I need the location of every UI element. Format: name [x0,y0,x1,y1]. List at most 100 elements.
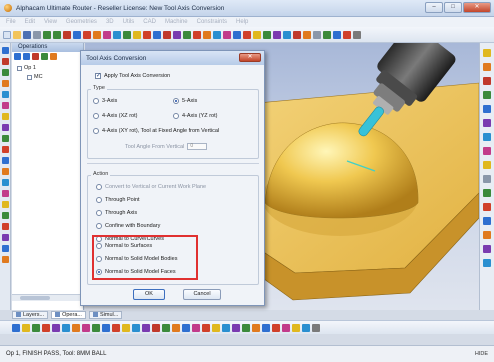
fixture-icon[interactable] [242,323,250,332]
polygon-tool-icon[interactable] [1,168,9,175]
save-icon[interactable] [23,30,31,39]
type-4axis-xz-option[interactable]: 4-Axis (XZ rot) [93,113,137,119]
action-normal-bodies-radio[interactable] [96,256,102,262]
collision-icon[interactable] [202,323,210,332]
redraw-icon[interactable] [483,161,491,169]
ok-button[interactable]: OK [133,289,165,300]
options-icon[interactable] [312,323,320,332]
scrollbar-thumb[interactable] [20,296,50,300]
tree-checkbox[interactable] [17,66,22,71]
surface-tool-icon[interactable] [1,190,9,197]
array-icon[interactable] [282,323,290,332]
view-right-icon[interactable] [483,91,491,99]
break-tool-icon[interactable] [1,102,9,109]
menu-constraints[interactable]: Constraints [197,19,227,25]
tab-simulation[interactable]: Simul... [88,310,123,319]
work-plane-icon[interactable] [343,30,351,39]
stock-icon[interactable] [252,323,260,332]
close-button[interactable]: ✕ [463,2,491,13]
parallel-icon[interactable] [132,323,140,332]
maximize-button[interactable]: □ [444,2,462,13]
ellipse-tool-icon[interactable] [1,157,9,164]
move-down-icon[interactable] [50,53,57,60]
polyline-tool-icon[interactable] [1,124,9,131]
tree-node-mc[interactable]: MC [15,73,80,82]
circle-tool-icon[interactable] [113,30,121,39]
swarf-icon[interactable] [112,323,120,332]
tab-operations[interactable]: Opera... [51,310,86,319]
spline-tool-icon[interactable] [1,113,9,120]
z-contour-icon[interactable] [52,323,60,332]
copy-tool-icon[interactable] [1,69,9,76]
output-icon[interactable] [212,323,220,332]
reorder-icon[interactable] [182,323,190,332]
action-confine-boundary-radio[interactable] [96,223,102,229]
operations-scrollbar[interactable] [12,294,84,301]
view-front-icon[interactable] [483,49,491,57]
zoom-icon[interactable] [63,30,71,39]
menu-cad[interactable]: CAD [143,19,156,25]
section-icon[interactable] [483,217,491,225]
raster-icon[interactable] [62,323,70,332]
action-normal-surfaces-radio[interactable] [96,243,102,249]
type-5axis-option[interactable]: 5-Axis [173,98,197,104]
action-normal-faces-radio[interactable] [96,269,102,275]
delete-op-icon[interactable] [32,53,39,60]
profile-icon[interactable] [42,323,50,332]
line-tool-icon[interactable] [83,30,91,39]
minimize-button[interactable]: – [425,2,443,13]
snap-icon[interactable] [323,30,331,39]
menu-machine[interactable]: Machine [165,19,188,25]
tab-layers[interactable]: Layers... [12,310,49,319]
arc-tool-icon[interactable] [93,30,101,39]
action-through-point-radio[interactable] [96,197,102,203]
tool-angle-input[interactable]: 0 [187,143,208,150]
type-3axis-option[interactable]: 3-Axis [93,98,117,104]
project-icon[interactable] [142,323,150,332]
join-tool-icon[interactable] [1,91,9,98]
delete-tool-icon[interactable] [1,58,9,65]
show-icon[interactable] [483,189,491,197]
action-normal-faces-option[interactable]: Normal to Solid Model Faces [96,269,176,275]
pocket-icon[interactable] [243,30,251,39]
rotate-view-icon[interactable] [483,147,491,155]
menu-geometries[interactable]: Geometries [66,19,97,25]
view-top-icon[interactable] [283,30,291,39]
menu-help[interactable]: Help [236,19,248,25]
tab-tool-icon[interactable] [1,245,9,252]
action-through-point-option[interactable]: Through Point [96,197,140,203]
zoom-extents-icon[interactable] [483,119,491,127]
post-icon[interactable] [273,30,281,39]
expand-all-icon[interactable] [14,53,21,60]
lead-tool-icon[interactable] [1,256,9,263]
report-icon[interactable] [222,323,230,332]
apply-conversion-checkbox[interactable] [95,72,101,79]
shade-icon[interactable] [303,30,311,39]
engrave-tool-icon[interactable] [1,234,9,241]
dialog-close-button[interactable]: ✕ [239,53,261,62]
view-iso-icon[interactable] [293,30,301,39]
mirror-tool-icon[interactable] [163,30,171,39]
measure-tool-icon[interactable] [223,30,231,39]
undo-icon[interactable] [43,30,51,39]
dimension-tool-icon[interactable] [1,135,9,142]
type-5axis-radio[interactable] [173,98,179,104]
redo-icon[interactable] [53,30,61,39]
spiral-icon[interactable] [72,323,80,332]
tool-axis-icon[interactable] [152,323,160,332]
move-up-icon[interactable] [41,53,48,60]
properties-icon[interactable] [483,259,491,267]
text-tool-icon[interactable] [123,30,131,39]
grid-icon[interactable] [333,30,341,39]
action-through-axis-option[interactable]: Through Axis [96,210,137,216]
chamfer-tool-icon[interactable] [203,30,211,39]
type-4axis-yz-radio[interactable] [173,113,179,119]
drill-icon[interactable] [253,30,261,39]
link-icon[interactable] [172,323,180,332]
type-3axis-radio[interactable] [93,98,99,104]
offset-tool-icon[interactable] [153,30,161,39]
finish-icon[interactable] [22,323,30,332]
view-back-icon[interactable] [483,63,491,71]
rough-icon[interactable] [12,323,20,332]
action-normal-bodies-option[interactable]: Normal to Solid Model Bodies [96,256,177,262]
